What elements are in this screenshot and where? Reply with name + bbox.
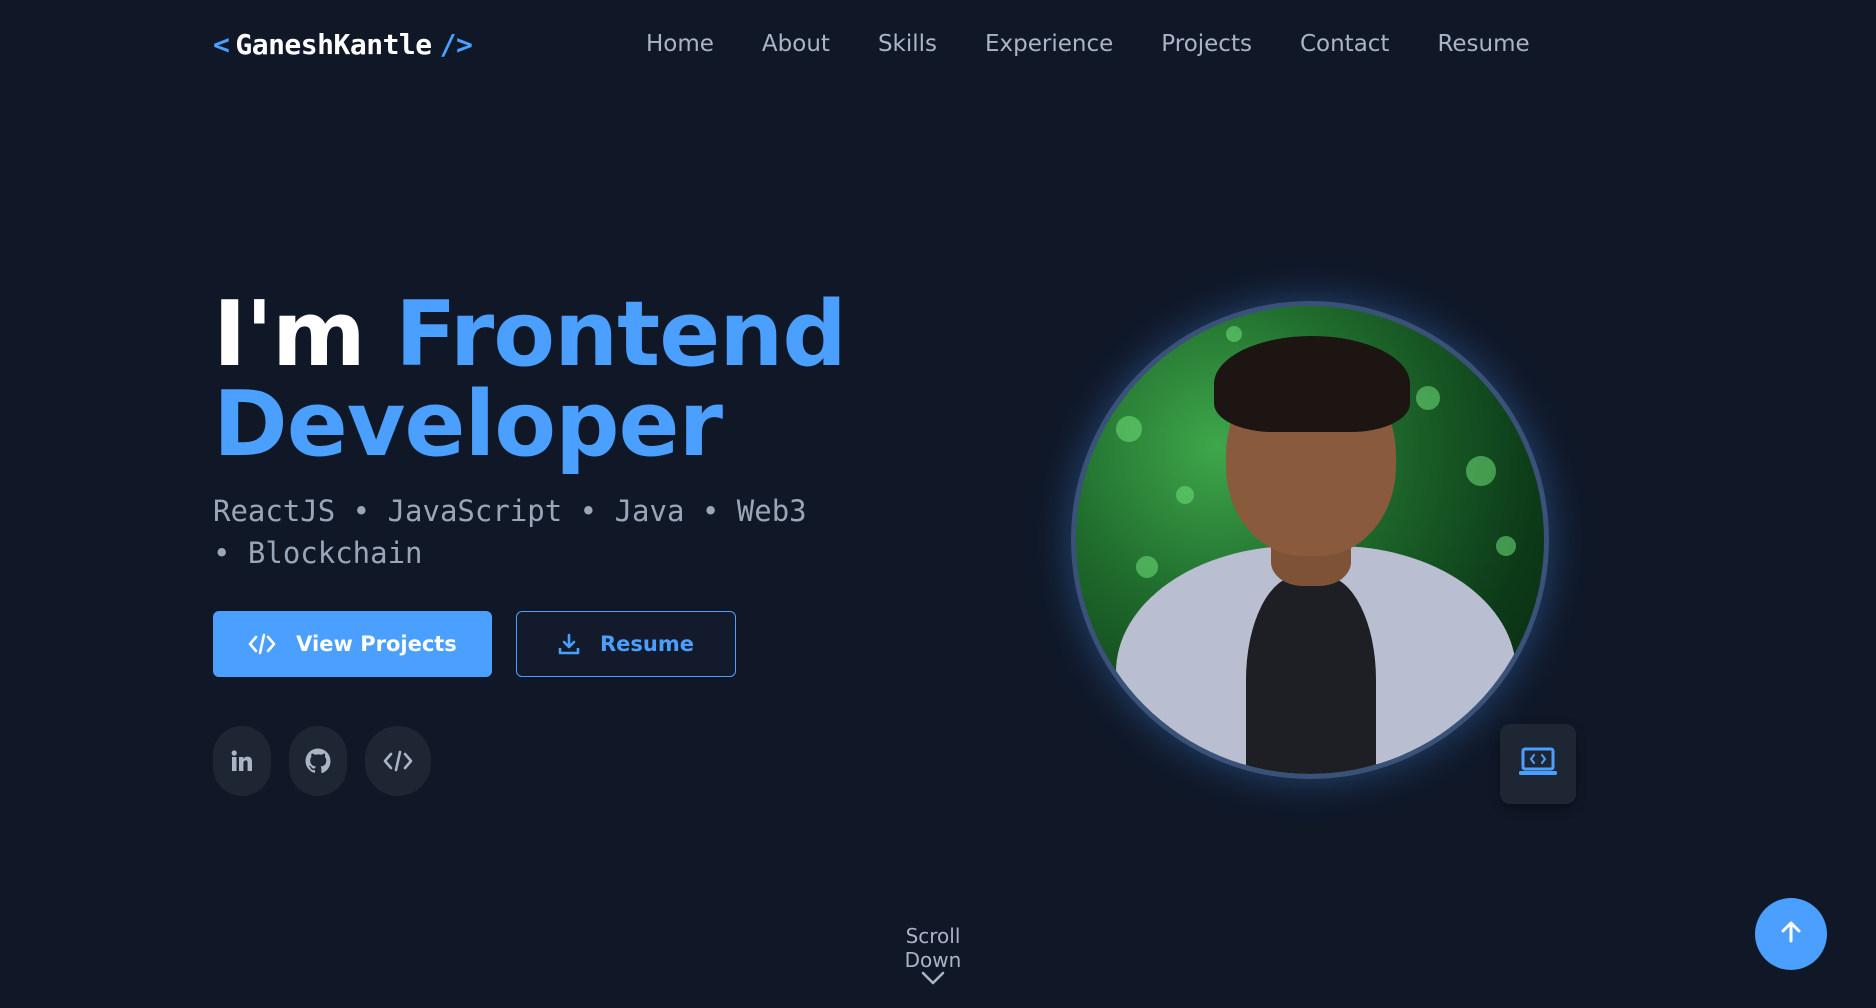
resume-label: Resume — [600, 632, 694, 656]
logo-open-bracket: < — [213, 27, 230, 61]
headline-accent-2: Developer — [213, 372, 723, 477]
github-icon — [305, 748, 331, 774]
linkedin-link[interactable] — [213, 726, 271, 796]
nav-item-skills[interactable]: Skills — [878, 31, 937, 57]
laptop-code-badge — [1500, 724, 1576, 804]
code-icon — [248, 633, 276, 655]
chevron-down-icon[interactable] — [920, 970, 946, 990]
hero-skills: ReactJS • JavaScript • Java • Web3 • Blo… — [213, 494, 807, 570]
arrow-up-icon — [1778, 919, 1804, 949]
nav-item-about[interactable]: About — [762, 31, 830, 57]
profile-photo — [1071, 301, 1549, 779]
portfolio-page: < GaneshKantle /> Home About Skills Expe… — [0, 0, 1876, 1008]
linkedin-icon — [231, 750, 253, 772]
nav-item-projects[interactable]: Projects — [1161, 31, 1252, 57]
logo-name: GaneshKantle — [235, 27, 432, 61]
laptop-code-icon — [1518, 746, 1558, 782]
social-links — [213, 726, 449, 796]
hero-headline: I'm Frontend Developer — [213, 290, 847, 470]
view-projects-label: View Projects — [296, 632, 457, 656]
code-icon — [382, 749, 414, 773]
scroll-down-label[interactable]: Scroll Down — [880, 924, 986, 972]
back-to-top-button[interactable] — [1755, 898, 1827, 970]
nav-item-experience[interactable]: Experience — [985, 31, 1113, 57]
download-icon — [558, 633, 580, 655]
nav-item-home[interactable]: Home — [646, 31, 714, 57]
site-logo[interactable]: < GaneshKantle /> — [213, 24, 473, 64]
nav-item-contact[interactable]: Contact — [1300, 31, 1389, 57]
github-link[interactable] — [289, 726, 347, 796]
view-projects-button[interactable]: View Projects — [213, 611, 492, 677]
nav-item-resume[interactable]: Resume — [1437, 31, 1529, 57]
code-profile-link[interactable] — [365, 726, 431, 796]
resume-button[interactable]: Resume — [516, 611, 736, 677]
main-nav: Home About Skills Experience Projects Co… — [646, 26, 1530, 62]
logo-close-bracket: /> — [439, 27, 473, 61]
